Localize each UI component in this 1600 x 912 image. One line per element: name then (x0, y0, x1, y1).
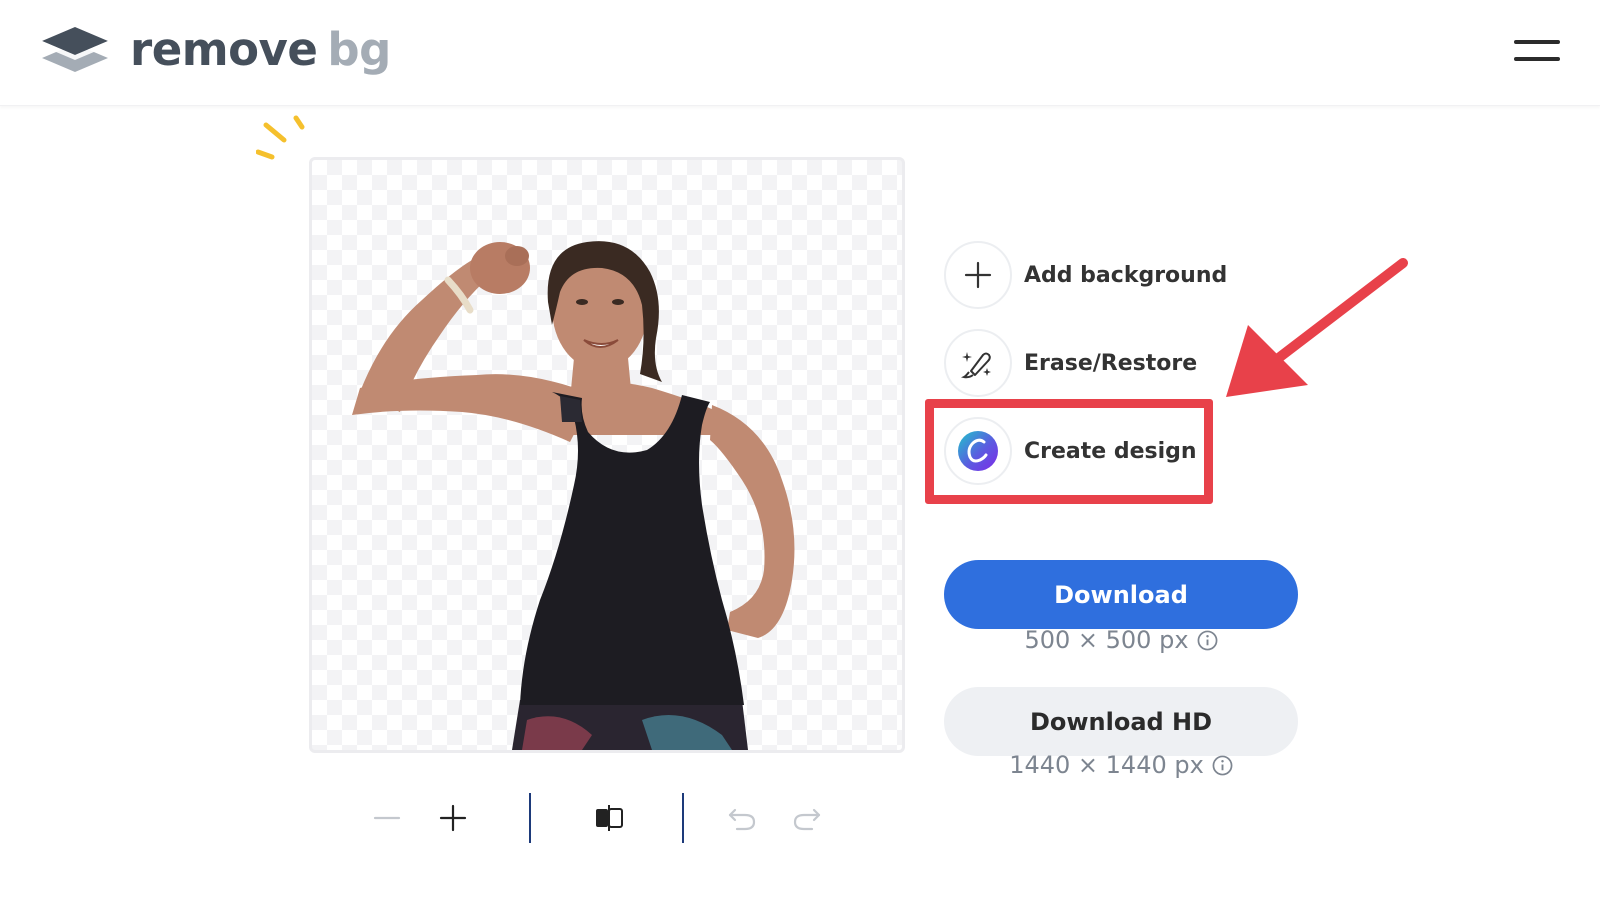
add-background-label: Add background (1024, 262, 1228, 288)
info-icon[interactable] (1197, 630, 1218, 651)
redo-icon (793, 808, 821, 831)
plus-icon (964, 261, 992, 289)
toolbar-divider (682, 793, 684, 843)
hamburger-menu-icon[interactable] (1514, 38, 1560, 64)
removebg-logo[interactable]: remove bg (40, 24, 391, 74)
cutout-person-image (352, 241, 795, 750)
download-hd-size-info: 1440 × 1440 px (944, 751, 1298, 779)
zoom-out-icon (373, 816, 401, 820)
compare-button[interactable] (590, 790, 630, 846)
highlight-annotation-box (925, 399, 1213, 504)
undo-button[interactable] (725, 790, 759, 846)
erase-restore-label: Erase/Restore (1024, 350, 1198, 376)
red-arrow-annotation-icon (1226, 258, 1408, 397)
toolbar-divider (529, 793, 531, 843)
layers-logo-icon (42, 27, 108, 72)
zoom-in-button[interactable] (436, 790, 470, 846)
zoom-in-icon (439, 804, 467, 832)
info-icon[interactable] (1212, 755, 1233, 776)
erase-restore-circle (944, 329, 1012, 397)
hamburger-line (1514, 40, 1560, 44)
add-background-circle (944, 241, 1012, 309)
top-header: remove bg (0, 0, 1600, 106)
image-preview (309, 157, 905, 753)
logo-wordmark: remove bg (130, 27, 391, 72)
magic-brush-icon (961, 352, 991, 379)
zoom-out-button[interactable] (370, 790, 404, 846)
compare-icon (596, 805, 623, 831)
download-button[interactable]: Download (944, 560, 1298, 629)
erase-restore-button[interactable]: Erase/Restore (944, 328, 1244, 398)
preview-toolbar (370, 790, 850, 846)
download-size-text: 500 × 500 px (1024, 626, 1189, 654)
download-size-info: 500 × 500 px (944, 626, 1298, 654)
logo-word-bg: bg (327, 22, 391, 76)
hamburger-line (1514, 57, 1560, 61)
undo-icon (728, 808, 756, 831)
add-background-button[interactable]: Add background (944, 240, 1244, 310)
download-hd-size-text: 1440 × 1440 px (1009, 751, 1204, 779)
download-hd-button[interactable]: Download HD (944, 687, 1298, 756)
redo-button[interactable] (790, 790, 824, 846)
sparkle-decoration-icon (256, 115, 305, 160)
logo-word-remove: remove (130, 22, 318, 76)
